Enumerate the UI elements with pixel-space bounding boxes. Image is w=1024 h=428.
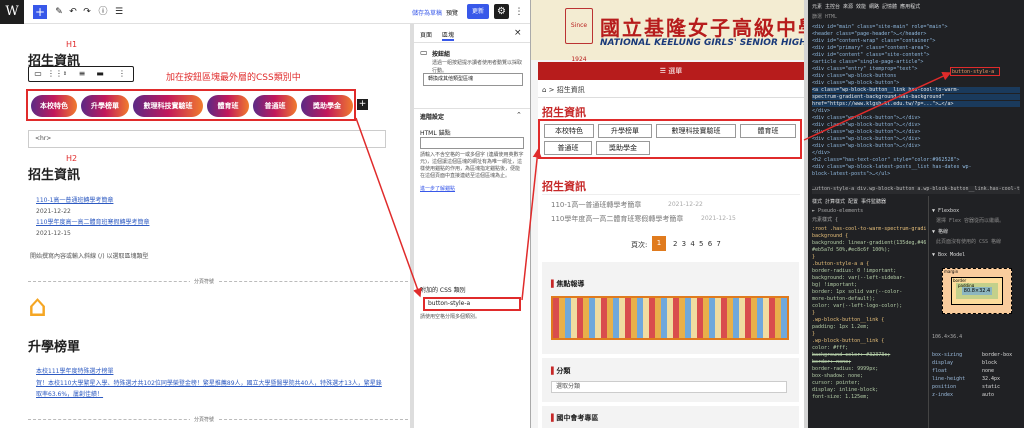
annotation-arrows [355,72,952,301]
arrow-to-devtools [803,72,952,141]
arrow-to-site-buttons [521,148,542,301]
arrow-to-css-input [355,117,422,298]
